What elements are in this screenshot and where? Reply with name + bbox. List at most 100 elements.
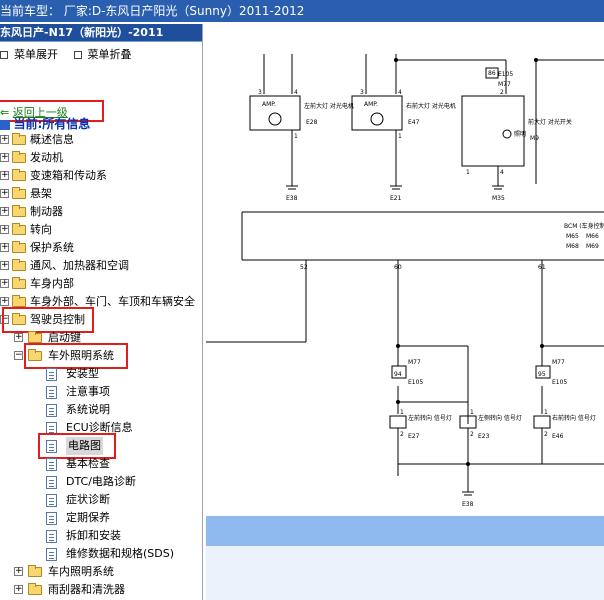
tree-item-overview[interactable]: + 概述信息: [0, 131, 203, 149]
expand-toggle-icon[interactable]: +: [14, 333, 23, 342]
expand-toggle-icon[interactable]: +: [0, 153, 9, 162]
pin-label: 2: [470, 431, 474, 438]
expand-toggle-icon[interactable]: +: [0, 225, 9, 234]
tree-item-protection[interactable]: + 保护系统: [0, 239, 203, 257]
collapse-toggle-icon[interactable]: −: [14, 351, 23, 360]
tree-item-driver-controls[interactable]: − 驾驶员控制: [0, 307, 203, 333]
connector-m68: M68: [566, 243, 579, 250]
tree-item-transmission[interactable]: + 变速箱和传动系: [0, 167, 203, 185]
pin-label: 1: [398, 133, 402, 140]
collapse-icon: [73, 51, 82, 59]
exterior-lighting-highlight: [24, 343, 128, 369]
tree-doc-removal-installation[interactable]: 拆卸和安装: [0, 527, 203, 545]
connector-e23: E23: [478, 433, 490, 440]
tree-doc-installation-type[interactable]: 安装型: [0, 365, 203, 383]
tree-item-wipers[interactable]: + 雨刮器和清洗器: [0, 581, 203, 599]
expand-toggle-icon[interactable]: +: [0, 135, 9, 144]
tree-doc-system-description[interactable]: 系统说明: [0, 401, 203, 419]
connector-e27: E27: [408, 433, 420, 440]
document-icon: [46, 404, 57, 417]
pin-label: 1: [544, 409, 548, 416]
connector-e47: E47: [408, 119, 420, 126]
expand-toggle-icon[interactable]: +: [0, 243, 9, 252]
pin-label: 2: [400, 431, 404, 438]
folder-icon: [12, 151, 26, 163]
folder-icon: [12, 277, 26, 289]
pin-94: 94: [394, 371, 402, 378]
tree-doc-precautions[interactable]: 注意事项: [0, 383, 203, 401]
bcm-label: BCM (车身控制: [564, 222, 604, 230]
pin-95: 95: [538, 371, 546, 378]
document-icon: [46, 458, 57, 471]
tree-doc-periodic-maintenance[interactable]: 定期保养: [0, 509, 203, 527]
sidebar-title: 东风日产-N17（新阳光）-2011: [0, 24, 202, 42]
pin-label: 3: [360, 89, 364, 96]
nav-tree: + 概述信息 + 发动机 + 变速箱和传动系 + 悬架 + 制动器 + 转向 + 保护系统 +…: [0, 131, 203, 599]
tree-doc-basic-inspection[interactable]: 基本检查: [0, 455, 203, 473]
document-icon: [46, 476, 57, 489]
wire-52: 52: [300, 264, 308, 271]
document-icon: [46, 386, 57, 399]
tree-doc-symptom-diagnosis[interactable]: 症状诊断: [0, 491, 203, 509]
expand-toggle-icon[interactable]: +: [0, 279, 9, 288]
pin-label: 4: [500, 169, 504, 176]
folder-icon: [12, 259, 26, 271]
connector-e28: E28: [306, 119, 318, 126]
connector-m65: M65: [566, 233, 579, 240]
expand-toggle-icon[interactable]: +: [14, 567, 23, 576]
wiring-diagram-svg: AMP. AMP. 左前大灯 对光电机 右前大灯 对光电机 E28 E47 E1…: [206, 54, 604, 508]
pin-label: 1: [400, 409, 404, 416]
ground-m35: M35: [492, 195, 505, 202]
tree-item-brakes[interactable]: + 制动器: [0, 203, 203, 221]
tree-item-hvac[interactable]: + 通风、加热器和空调: [0, 257, 203, 275]
tree-doc-wiring-diagram[interactable]: 电路图: [0, 433, 203, 459]
tree-item-interior-lighting[interactable]: + 车内照明系统: [0, 563, 203, 581]
connector-e105: E105: [408, 379, 423, 386]
folder-icon: [12, 223, 26, 235]
tree-item-suspension[interactable]: + 悬架: [0, 185, 203, 203]
menu-expand-button[interactable]: 菜单展开: [0, 48, 64, 61]
tree-doc-service-data[interactable]: 维修数据和规格(SDS): [0, 545, 203, 563]
left-side-turn-lamp-label: 左侧转向 信号灯: [478, 414, 522, 422]
driver-controls-highlight: [2, 307, 94, 333]
front-left-turn-lamp-label: 左前转向 信号灯: [408, 414, 452, 422]
tree-item-steering[interactable]: + 转向: [0, 221, 203, 239]
front-right-turn-lamp-label: 右前转向 信号灯: [552, 414, 596, 422]
connector-e105: E105: [552, 379, 567, 386]
wiring-diagram-highlight: [38, 433, 116, 459]
expand-toggle-icon[interactable]: +: [0, 171, 9, 180]
folder-icon: [12, 187, 26, 199]
expand-toggle-icon[interactable]: +: [0, 189, 9, 198]
tree-doc-dtc-diagnosis[interactable]: DTC/电路诊断: [0, 473, 203, 491]
amp-label: AMP.: [364, 101, 378, 108]
expand-toggle-icon[interactable]: +: [0, 207, 9, 216]
pin-label: 2: [500, 89, 504, 96]
expand-toggle-icon[interactable]: +: [14, 585, 23, 594]
wire-61: 61: [538, 264, 546, 271]
pin-label: 1: [294, 133, 298, 140]
connector-m69: M69: [586, 243, 599, 250]
expand-toggle-icon[interactable]: +: [0, 261, 9, 270]
current-location: 当前:所有信息: [13, 117, 91, 131]
expand-toggle-icon[interactable]: +: [0, 297, 9, 306]
connector-e46: E46: [552, 433, 564, 440]
tree-item-engine[interactable]: + 发动机: [0, 149, 203, 167]
connector-m9: M9: [530, 135, 539, 142]
diagram-scroll-band: [206, 516, 604, 546]
connector-m77: M77: [498, 81, 511, 88]
menu-collapse-button[interactable]: 菜单折叠: [73, 48, 138, 61]
left-headlamp-motor-label: 左前大灯 对光电机: [304, 102, 354, 110]
folder-icon: [12, 205, 26, 217]
document-icon: [46, 512, 57, 525]
window-title-bar: 当前车型： 厂家:D-东风日产阳光（Sunny）2011-2012: [0, 0, 604, 22]
ground-e38: E38: [462, 501, 474, 508]
tree-item-body-interior[interactable]: + 车身内部: [0, 275, 203, 293]
folder-icon: [12, 295, 26, 307]
wiring-diagram: AMP. AMP. 左前大灯 对光电机 右前大灯 对光电机 E28 E47 E1…: [206, 24, 604, 600]
wire-60: 60: [394, 264, 402, 271]
ground-e21: E21: [390, 195, 402, 202]
ground-e38: E38: [286, 195, 298, 202]
tree-item-exterior-lighting[interactable]: − 车外照明系统: [0, 343, 203, 369]
current-location-icon: [0, 120, 10, 130]
pin-label: 2: [544, 431, 548, 438]
